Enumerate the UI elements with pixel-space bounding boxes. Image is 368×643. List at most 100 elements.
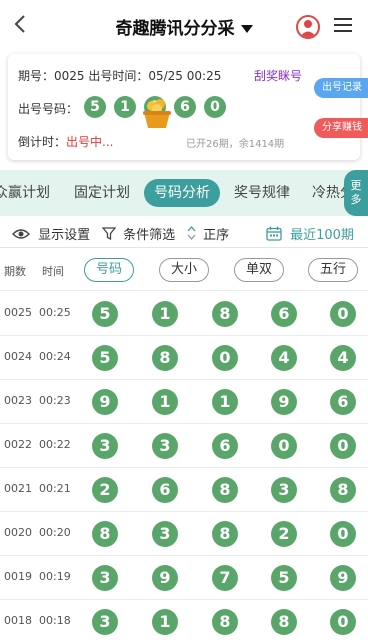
row-time: 00:20	[39, 526, 71, 539]
more-label-2: 多	[350, 193, 362, 206]
number-ball: 3	[152, 433, 178, 459]
number-ball: 4	[271, 345, 297, 371]
table-row: 0022 00:22 3 3 6 0 0	[0, 424, 368, 468]
sort-button[interactable]: 正序	[187, 224, 229, 243]
filter-five-elements-pill[interactable]: 五行	[308, 258, 358, 282]
number-ball: 4	[330, 345, 356, 371]
tab-pattern[interactable]: 奖号规律	[234, 179, 290, 207]
number-ball: 0	[330, 521, 356, 547]
number-ball: 1	[152, 389, 178, 415]
number-ball: 6	[152, 477, 178, 503]
row-issue: 0019	[4, 570, 32, 583]
table-row: 0021 00:21 2 6 8 3 8	[0, 468, 368, 512]
number-ball: 0	[271, 433, 297, 459]
row-issue: 0022	[4, 438, 32, 451]
number-ball: 1	[212, 389, 238, 415]
number-ball: 1	[152, 301, 178, 327]
draw-summary: 已开26期，余1414期	[186, 139, 285, 150]
display-settings-button[interactable]: 显示设置	[12, 224, 90, 243]
treasure-pot-icon	[140, 96, 174, 130]
filter-icon	[101, 227, 117, 241]
filter-number-pill[interactable]: 号码	[84, 258, 134, 282]
table-row: 0025 00:25 5 1 8 6 0	[0, 292, 368, 336]
recent-range-button[interactable]: 最近100期	[266, 224, 354, 243]
number-ball: 8	[330, 477, 356, 503]
number-ball: 8	[212, 521, 238, 547]
row-time: 00:22	[39, 438, 71, 451]
number-ball: 9	[271, 389, 297, 415]
number-ball: 8	[92, 521, 118, 547]
filter-odd-even-pill[interactable]: 单双	[234, 258, 284, 282]
number-ball: 9	[330, 565, 356, 591]
number-ball: 6	[212, 433, 238, 459]
row-issue: 0025	[4, 306, 32, 319]
scratch-link[interactable]: 刮奖眯号	[254, 67, 302, 84]
row-time: 00:18	[39, 614, 71, 627]
row-time: 00:23	[39, 394, 71, 407]
tab-fixed-plan[interactable]: 固定计划	[74, 179, 130, 207]
number-ball: 5	[271, 565, 297, 591]
caret-down-icon	[240, 25, 253, 33]
recent-range-label: 最近100期	[290, 228, 354, 243]
number-ball: 8	[212, 477, 238, 503]
share-earn-tag[interactable]: 分享赚钱	[314, 118, 368, 138]
row-issue: 0024	[4, 350, 32, 363]
number-ball: 7	[212, 565, 238, 591]
more-tabs-button[interactable]: 更 多	[344, 170, 368, 216]
calendar-icon	[266, 226, 282, 241]
number-ball: 8	[271, 609, 297, 635]
top-bar: 奇趣腾讯分分采	[0, 0, 368, 52]
tab-number-analysis[interactable]: 号码分析	[144, 179, 220, 207]
analysis-tabs: 众赢计划 固定计划 号码分析 奖号规律 冷热分析	[0, 170, 368, 216]
table-row: 0019 00:19 3 9 7 5 9	[0, 556, 368, 600]
issue-info: 期号：0025 出号时间：05/25 00:25	[18, 69, 222, 83]
number-ball: 3	[92, 565, 118, 591]
number-ball: 3	[271, 477, 297, 503]
table-row: 0020 00:20 8 3 8 2 0	[0, 512, 368, 556]
table-row: 0024 00:24 5 8 0 4 4	[0, 336, 368, 380]
draw-record-tag[interactable]: 出号记录	[314, 78, 368, 98]
user-avatar-icon[interactable]	[296, 15, 320, 39]
number-ball: 8	[212, 301, 238, 327]
number-ball: 8	[152, 345, 178, 371]
tab-plan-win[interactable]: 众赢计划	[0, 179, 50, 207]
filter-size-pill[interactable]: 大小	[159, 258, 209, 282]
row-time: 00:19	[39, 570, 71, 583]
column-issue: 期数	[4, 265, 26, 278]
number-ball: 0	[212, 345, 238, 371]
row-issue: 0021	[4, 482, 32, 495]
table-row: 0023 00:23 9 1 1 9 6	[0, 380, 368, 424]
countdown-label: 倒计时：出号中...	[18, 133, 113, 150]
eye-icon	[12, 229, 30, 239]
column-time: 时间	[42, 265, 64, 278]
number-ball: 2	[271, 521, 297, 547]
filter-button[interactable]: 条件筛选	[101, 224, 176, 243]
row-issue: 0020	[4, 526, 32, 539]
number-ball: 6	[271, 301, 297, 327]
countdown-status: 出号中...	[66, 135, 114, 149]
menu-icon[interactable]	[334, 18, 352, 34]
number-ball: 9	[92, 389, 118, 415]
toolbar: 显示设置 条件筛选 正序 最近100期	[0, 216, 368, 248]
number-ball: 0	[330, 301, 356, 327]
number-ball: 2	[92, 477, 118, 503]
row-time: 00:25	[39, 306, 71, 319]
draw-info-card: 期号：0025 出号时间：05/25 00:25 刮奖眯号 出号号码： 5 1 …	[8, 54, 368, 160]
number-ball: 8	[212, 609, 238, 635]
table-header: 期数 时间 号码 大小 单双 五行	[0, 249, 368, 291]
number-ball: 5	[92, 345, 118, 371]
row-issue: 0023	[4, 394, 32, 407]
display-settings-label: 显示设置	[38, 228, 91, 243]
number-ball: 9	[152, 565, 178, 591]
numbers-label: 出号号码：	[18, 102, 79, 116]
result-ball: 6	[174, 96, 196, 118]
row-issue: 0018	[4, 614, 32, 627]
number-ball: 6	[330, 389, 356, 415]
filter-label: 条件筛选	[123, 228, 176, 243]
number-ball: 1	[152, 609, 178, 635]
sort-label: 正序	[203, 228, 230, 243]
number-ball: 5	[92, 301, 118, 327]
result-ball: 5	[84, 96, 106, 118]
countdown-label-text: 倒计时：	[18, 135, 67, 149]
number-ball: 3	[92, 609, 118, 635]
